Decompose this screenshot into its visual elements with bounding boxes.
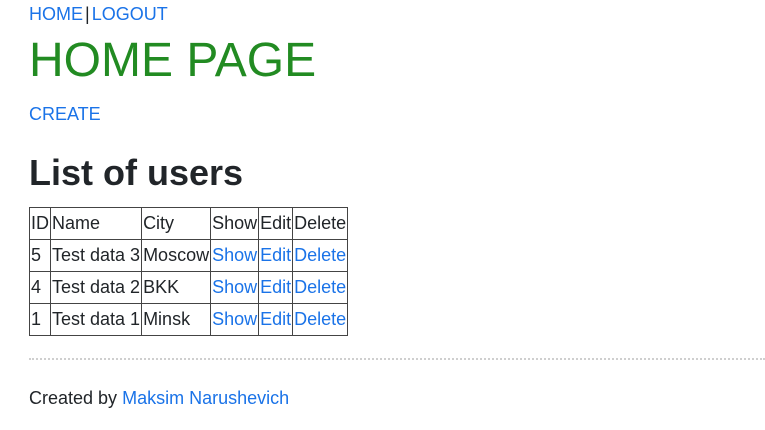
delete-link[interactable]: Delete	[294, 245, 346, 265]
edit-link[interactable]: Edit	[260, 309, 291, 329]
column-header-city: City	[141, 207, 212, 240]
cell-delete: Delete	[292, 239, 349, 272]
show-link[interactable]: Show	[212, 245, 257, 265]
cell-city: Moscow	[141, 239, 212, 272]
cell-show: Show	[210, 239, 260, 272]
footer-prefix: Created by	[29, 388, 118, 408]
page-title: HOME PAGE	[29, 34, 317, 87]
delete-link[interactable]: Delete	[294, 309, 346, 329]
cell-show: Show	[210, 271, 260, 304]
create-link[interactable]: CREATE	[29, 103, 101, 125]
author-link[interactable]: Maksim Narushevich	[122, 388, 289, 408]
cell-delete: Delete	[292, 271, 349, 304]
table-row: 5 Test data 3 Moscow Show Edit Delete	[29, 239, 349, 272]
show-link[interactable]: Show	[212, 277, 257, 297]
top-nav: HOME | LOGOUT	[29, 3, 168, 25]
show-link[interactable]: Show	[212, 309, 257, 329]
column-header-id: ID	[29, 207, 51, 240]
cell-delete: Delete	[292, 303, 349, 336]
cell-name: Test data 1	[49, 303, 143, 336]
cell-id: 4	[29, 271, 51, 304]
cell-id: 5	[29, 239, 51, 272]
cell-name: Test data 3	[49, 239, 143, 272]
cell-name: Test data 2	[49, 271, 143, 304]
logout-link[interactable]: LOGOUT	[92, 4, 168, 24]
column-header-name: Name	[49, 207, 143, 240]
cell-city: Minsk	[141, 303, 212, 336]
table-header-row: ID Name City Show Edit Delete	[29, 207, 349, 240]
cell-edit: Edit	[258, 271, 294, 304]
column-header-show: Show	[210, 207, 260, 240]
edit-link[interactable]: Edit	[260, 277, 291, 297]
footer: Created by Maksim Narushevich	[29, 386, 289, 410]
nav-separator: |	[85, 4, 90, 24]
table-row: 4 Test data 2 BKK Show Edit Delete	[29, 271, 349, 304]
cell-city: BKK	[141, 271, 212, 304]
cell-show: Show	[210, 303, 260, 336]
users-table: ID Name City Show Edit Delete 5 Test dat…	[29, 207, 349, 336]
footer-divider	[29, 358, 765, 360]
cell-edit: Edit	[258, 239, 294, 272]
table-row: 1 Test data 1 Minsk Show Edit Delete	[29, 303, 349, 336]
home-link[interactable]: HOME	[29, 4, 83, 24]
cell-edit: Edit	[258, 303, 294, 336]
edit-link[interactable]: Edit	[260, 245, 291, 265]
column-header-edit: Edit	[258, 207, 294, 240]
column-header-delete: Delete	[292, 207, 349, 240]
delete-link[interactable]: Delete	[294, 277, 346, 297]
cell-id: 1	[29, 303, 51, 336]
section-title: List of users	[29, 152, 244, 193]
